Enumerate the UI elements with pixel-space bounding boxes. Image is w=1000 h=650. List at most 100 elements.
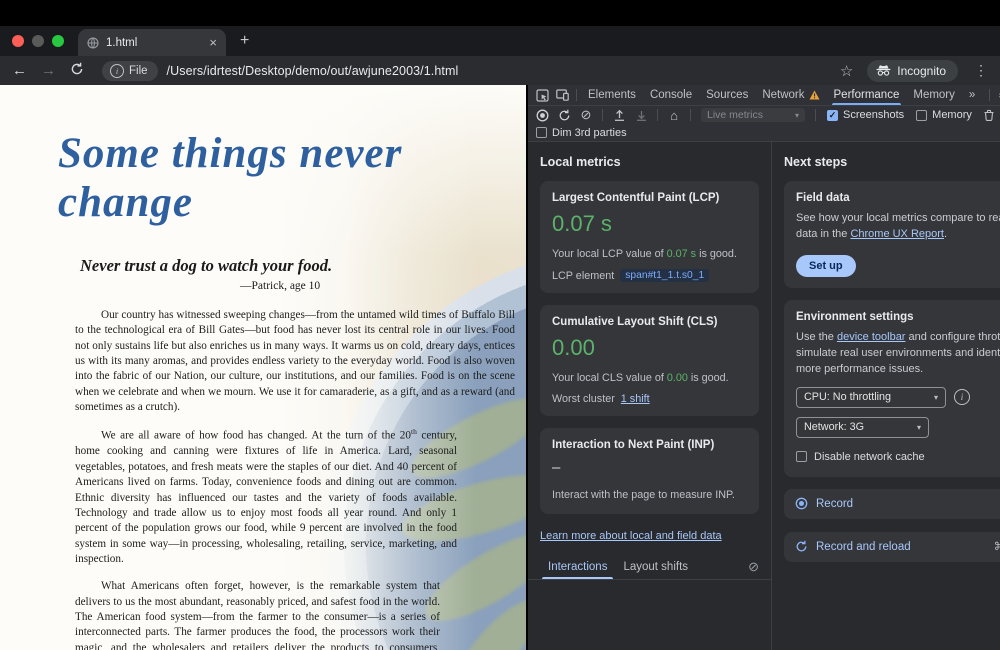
article-title: Some things never change (58, 129, 526, 227)
cls-value: 0.00 (552, 335, 747, 361)
back-icon[interactable]: ← (12, 63, 27, 78)
memory-checkbox[interactable]: Memory (911, 109, 977, 121)
record-and-reload-button[interactable]: Record and reload ⌘ ⇧ E (784, 532, 1000, 562)
disable-cache-label: Disable network cache (814, 451, 925, 463)
crux-report-link[interactable]: Chrome UX Report (850, 228, 944, 240)
inp-description: Interact with the page to measure INP. (552, 488, 747, 503)
learn-more-link[interactable]: Learn more about local and field data (540, 530, 722, 542)
tab-elements[interactable]: Elements (581, 85, 643, 105)
record-reload-icon[interactable] (554, 107, 574, 123)
inspect-element-icon[interactable] (532, 87, 552, 103)
next-steps-heading: Next steps (784, 155, 1000, 169)
quote-attribution: —Patrick, age 10 (240, 280, 526, 292)
disable-cache-row: Disable network cache (796, 451, 1000, 463)
record-button[interactable]: Record ⌘ E (784, 489, 1000, 519)
reload-icon[interactable] (70, 62, 84, 79)
local-metrics-column: Local metrics Largest Contentful Paint (… (528, 142, 772, 650)
subtab-layout-shifts[interactable]: Layout shifts (615, 554, 696, 579)
field-data-title: Field data (796, 192, 1000, 204)
bookmark-star-icon[interactable]: ☆ (840, 62, 853, 80)
article: Some things never change Never trust a d… (0, 129, 526, 650)
dim-3rd-parties-checkbox[interactable] (536, 127, 547, 138)
capture-settings-row: Dim 3rd parties (528, 124, 1000, 142)
record-icon (795, 497, 808, 510)
browser-toolbar: ← → i File /Users/idrtest/Desktop/demo/o… (0, 56, 1000, 85)
performance-toolbar: ⊘ ⌂ Live metrics ▾ ✓ Screenshot (528, 106, 1000, 124)
devtools-settings-icon[interactable]: ⚙ (994, 87, 1000, 103)
globe-favicon-icon (87, 37, 99, 49)
page-info-icon[interactable]: i (110, 64, 124, 78)
incognito-badge: Incognito (867, 60, 958, 82)
lcp-element-row: LCP element span#t1_1.t.s0_1 (552, 269, 747, 282)
minimize-window-button[interactable] (32, 35, 44, 47)
device-toolbar-icon[interactable] (552, 87, 572, 103)
clear-log-icon[interactable]: ⊘ (748, 559, 759, 575)
browser-menu-icon[interactable]: ⋮ (972, 62, 988, 79)
dim-3rd-parties-label: Dim 3rd parties (552, 127, 627, 139)
load-profile-icon[interactable] (609, 107, 629, 123)
environment-settings-text: Use the device toolbar and configure thr… (796, 330, 1000, 378)
tab-performance[interactable]: Performance (827, 85, 907, 105)
paragraph: What Americans often forget, however, is… (75, 579, 440, 650)
lcp-value: 0.07 s (552, 211, 747, 237)
inp-title: Interaction to Next Paint (INP) (552, 439, 747, 451)
rendered-page: Some things never change Never trust a d… (0, 85, 526, 650)
record-label: Record (816, 498, 853, 510)
clear-icon[interactable]: ⊘ (576, 107, 596, 123)
paragraph: We are all aware of how food has changed… (75, 427, 457, 567)
chevron-down-icon: ▾ (917, 423, 921, 432)
collect-garbage-icon[interactable] (979, 107, 999, 123)
worst-cluster-link[interactable]: 1 shift (621, 393, 650, 405)
checkbox-checked-icon: ✓ (827, 110, 838, 121)
zoom-window-button[interactable] (52, 35, 64, 47)
tab-console[interactable]: Console (643, 85, 699, 105)
close-window-button[interactable] (12, 35, 24, 47)
browser-tab[interactable]: 1.html × (78, 29, 226, 56)
article-quote: Never trust a dog to watch your food. (80, 256, 526, 276)
inp-card: Interaction to Next Paint (INP) – Intera… (540, 428, 759, 514)
performance-body: Local metrics Largest Contentful Paint (… (528, 142, 1000, 650)
subtab-interactions[interactable]: Interactions (540, 554, 615, 579)
omnibox[interactable]: i File /Users/idrtest/Desktop/demo/out/a… (98, 59, 826, 82)
network-throttling-row: Network: 3G ▾ (796, 417, 1000, 438)
lcp-description: Your local LCP value of 0.07 s is good. (552, 247, 747, 262)
tab-close-icon[interactable]: × (209, 36, 217, 49)
file-chip-label: File (129, 65, 148, 77)
device-toolbar-link[interactable]: device toolbar (837, 331, 906, 343)
record-reload-label: Record and reload (816, 541, 911, 553)
more-tabs-icon[interactable]: » (962, 85, 982, 105)
tab-sources[interactable]: Sources (699, 85, 755, 105)
browser-tabstrip: 1.html × + (0, 26, 1000, 56)
checkbox-unchecked-icon (916, 110, 927, 121)
record-icon[interactable] (532, 107, 552, 123)
tab-network[interactable]: Network (755, 85, 826, 105)
screen: 1.html × + ← → i File /Users/idrtest/Des… (0, 0, 1000, 650)
cls-description: Your local CLS value of 0.00 is good. (552, 371, 747, 386)
save-profile-icon[interactable] (631, 107, 651, 123)
content-split: Some things never change Never trust a d… (0, 85, 1000, 650)
lcp-card: Largest Contentful Paint (LCP) 0.07 s Yo… (540, 181, 759, 293)
new-tab-button[interactable]: + (240, 32, 249, 50)
incognito-label: Incognito (897, 64, 946, 78)
tab-memory[interactable]: Memory (906, 85, 962, 105)
cpu-info-icon[interactable]: i (954, 389, 970, 405)
cpu-throttling-row: CPU: No throttling ▾ i (796, 387, 1000, 408)
local-metrics-heading: Local metrics (540, 155, 759, 169)
cls-cluster-row: Worst cluster 1 shift (552, 393, 747, 405)
set-up-button[interactable]: Set up (796, 255, 856, 277)
cls-card: Cumulative Layout Shift (CLS) 0.00 Your … (540, 305, 759, 416)
paragraph: Our country has witnessed sweeping chang… (75, 308, 515, 415)
chevron-down-icon: ▾ (795, 111, 799, 120)
disable-cache-checkbox[interactable] (796, 451, 807, 462)
forward-icon[interactable]: → (41, 63, 56, 78)
file-scheme-chip[interactable]: i File (102, 61, 158, 81)
home-icon[interactable]: ⌂ (664, 107, 684, 123)
environment-settings-card: Environment settings Use the device tool… (784, 300, 1000, 477)
url-text[interactable]: /Users/idrtest/Desktop/demo/out/awjune20… (167, 64, 459, 78)
network-throttling-select[interactable]: Network: 3G ▾ (796, 417, 929, 438)
next-steps-column: Next steps Field data See how your local… (772, 142, 1000, 650)
cpu-throttling-select[interactable]: CPU: No throttling ▾ (796, 387, 946, 408)
screenshots-checkbox[interactable]: ✓ Screenshots (822, 109, 909, 121)
live-metrics-select[interactable]: Live metrics ▾ (701, 108, 805, 122)
lcp-element-link[interactable]: span#t1_1.t.s0_1 (620, 269, 709, 282)
